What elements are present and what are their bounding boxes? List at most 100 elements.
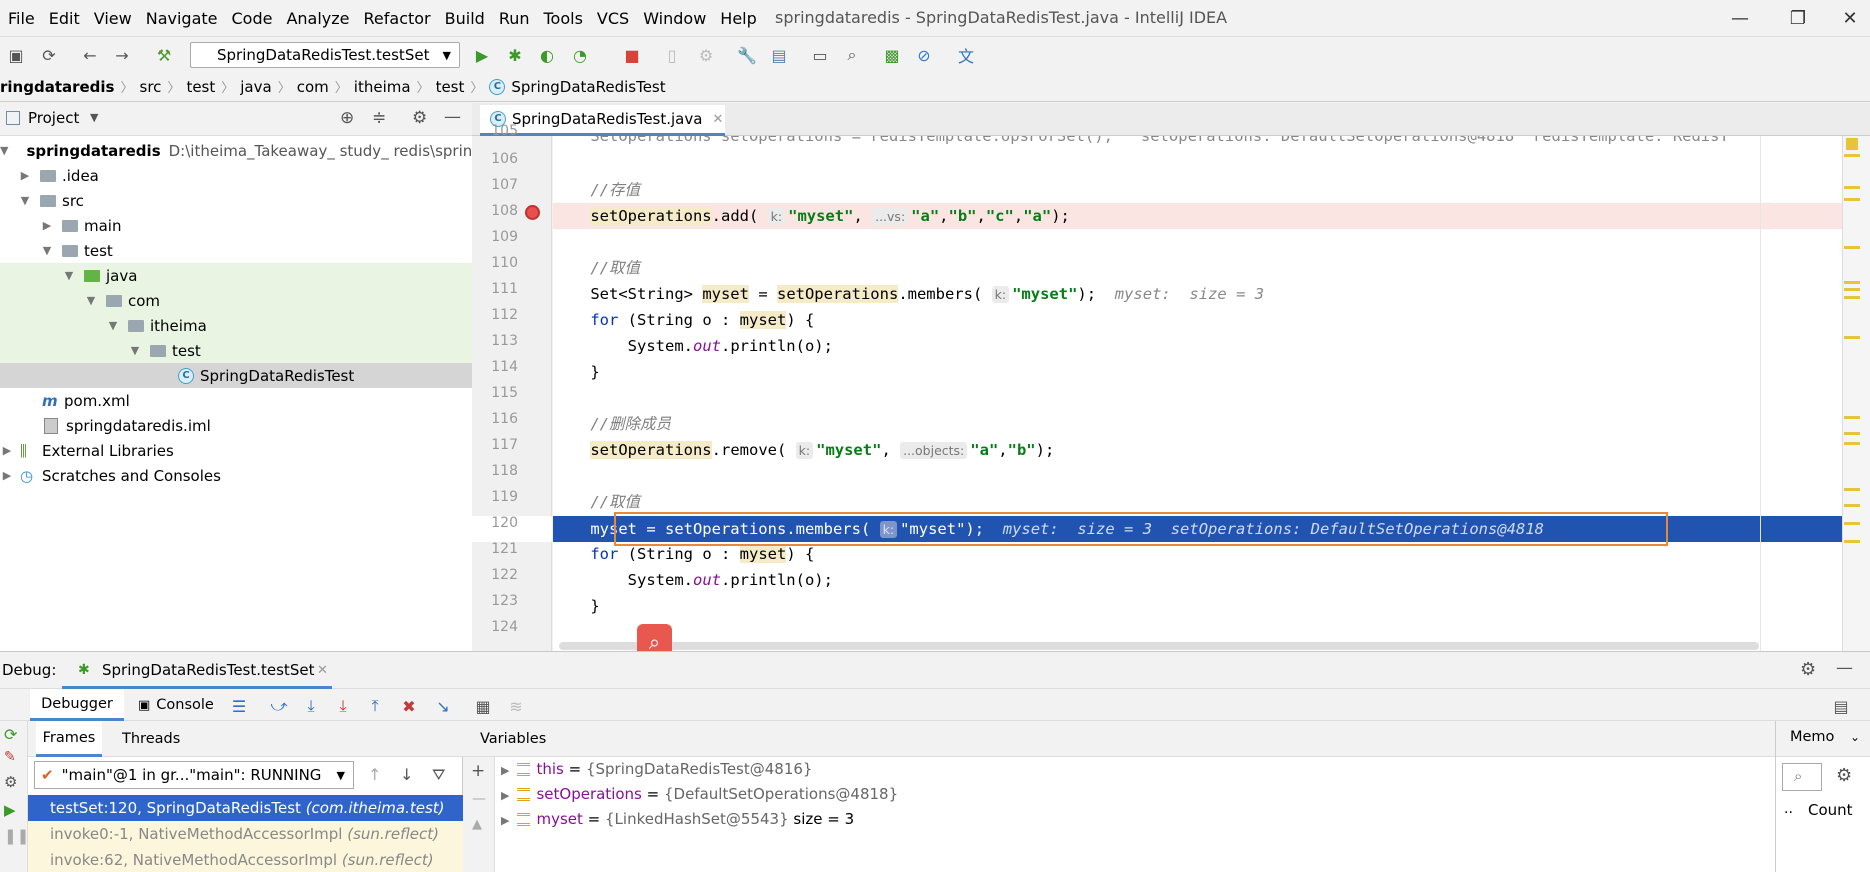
menu-file[interactable]: File: [0, 9, 42, 28]
minimize-icon[interactable]: —: [1720, 5, 1760, 31]
thread-select[interactable]: ✔ "main"@1 in gr..."main": RUNNING ▼: [34, 761, 354, 789]
layout-icon[interactable]: ☰: [228, 695, 250, 717]
stripe-marker[interactable]: [1844, 522, 1860, 525]
breakpoint-icon[interactable]: [525, 205, 540, 220]
modify-icon[interactable]: ✎: [4, 749, 16, 765]
stripe-marker[interactable]: [1844, 288, 1860, 291]
error-stripe[interactable]: [1842, 136, 1870, 651]
rerun-icon[interactable]: ⟳: [4, 725, 17, 744]
trace-icon[interactable]: ≋: [505, 695, 527, 717]
breadcrumb-java[interactable]: java: [234, 78, 277, 96]
chevron-down-icon[interactable]: ⌄: [1850, 730, 1860, 744]
close-session-icon[interactable]: ✕: [317, 663, 328, 678]
menu-help[interactable]: Help: [713, 9, 763, 28]
menu-tools[interactable]: Tools: [537, 9, 590, 28]
menu-view[interactable]: View: [87, 9, 139, 28]
warning-icon[interactable]: [1846, 138, 1858, 150]
collapsed-arrow-icon[interactable]: ▶: [18, 169, 32, 182]
profile-icon[interactable]: ◔: [568, 43, 592, 67]
tree-item-java[interactable]: ▼ java: [0, 263, 472, 288]
terminal-icon[interactable]: ▭: [808, 43, 832, 67]
tab-console[interactable]: ▣ Console: [138, 689, 214, 721]
chevron-down-icon[interactable]: ▼: [90, 111, 98, 124]
translate-icon[interactable]: 文: [954, 43, 978, 67]
breadcrumb-itheima[interactable]: itheima: [348, 78, 417, 96]
gear-icon[interactable]: ⚙: [1800, 659, 1816, 680]
menu-navigate[interactable]: Navigate: [139, 9, 225, 28]
menu-edit[interactable]: Edit: [42, 9, 87, 28]
menu-refactor[interactable]: Refactor: [357, 9, 438, 28]
breadcrumb-test[interactable]: test: [180, 78, 221, 96]
expanded-arrow-icon[interactable]: ▼: [128, 344, 142, 357]
gear-icon[interactable]: ⚙: [412, 108, 427, 128]
stripe-marker[interactable]: [1844, 246, 1860, 249]
menu-analyze[interactable]: Analyze: [279, 9, 356, 28]
menu-run[interactable]: Run: [492, 9, 537, 28]
project-title[interactable]: Project: [28, 109, 79, 127]
locate-icon[interactable]: ⊕: [340, 108, 354, 128]
step-over-icon[interactable]: ⤻: [268, 695, 290, 717]
stripe-marker[interactable]: [1844, 488, 1860, 491]
frame-row[interactable]: testSet:120, SpringDataRedisTest (com.it…: [28, 795, 463, 821]
pause-icon[interactable]: ❚❚: [4, 827, 29, 845]
tree-item-springdataredis[interactable]: ▼ springdataredis D:\itheima_Takeaway_ s…: [0, 138, 491, 163]
stripe-marker[interactable]: [1844, 296, 1860, 299]
collapsed-arrow-icon[interactable]: ▶: [0, 469, 14, 482]
close-tab-icon[interactable]: ✕: [712, 112, 723, 127]
remove-watch-icon[interactable]: —: [472, 791, 486, 807]
horizontal-scrollbar[interactable]: [559, 642, 1759, 650]
breadcrumb-src[interactable]: src: [134, 78, 168, 96]
settings-wrench-icon[interactable]: 🔧: [735, 43, 759, 67]
variable-row[interactable]: ▶ setOperations = {DefaultSetOperations@4…: [495, 782, 1775, 807]
count-column-header[interactable]: Count: [1808, 801, 1853, 819]
menu-build[interactable]: Build: [438, 9, 492, 28]
hide-icon[interactable]: —: [1836, 658, 1853, 678]
stripe-marker[interactable]: [1844, 432, 1860, 435]
evaluate-icon[interactable]: ▦: [472, 695, 494, 717]
stripe-marker[interactable]: [1844, 540, 1860, 543]
expanded-arrow-icon[interactable]: ▼: [18, 194, 32, 207]
resume-icon[interactable]: ▶: [4, 801, 16, 819]
debug-bug-icon[interactable]: ✱: [503, 43, 527, 67]
step-out-icon[interactable]: ⤒: [364, 695, 386, 717]
filter-icon[interactable]: ⛛: [432, 765, 445, 785]
breadcrumb-test-pkg[interactable]: test: [430, 78, 471, 96]
run-icon[interactable]: ▶: [470, 43, 494, 67]
tab-threads[interactable]: Threads: [122, 721, 180, 757]
run-config-select[interactable]: SpringDataRedisTest.testSet ▼: [190, 42, 460, 68]
expanded-arrow-icon[interactable]: ▼: [106, 319, 120, 332]
memory-tab[interactable]: Memo: [1790, 729, 1834, 745]
frame-row[interactable]: invoke:62, NativeMethodAccessorImpl (sun…: [28, 847, 463, 872]
stripe-marker[interactable]: [1844, 154, 1860, 157]
tree-item-itheima[interactable]: ▼ itheima: [0, 313, 472, 338]
tree-item-test-package[interactable]: ▼ test: [0, 338, 472, 363]
tree-item-iml[interactable]: springdataredis.iml: [0, 413, 472, 438]
attach-icon[interactable]: ▯: [660, 43, 684, 67]
breadcrumb-com[interactable]: com: [291, 78, 335, 96]
collapsed-arrow-icon[interactable]: ▶: [501, 789, 509, 802]
build-hammer-icon[interactable]: ⚒: [152, 43, 176, 67]
collapsed-arrow-icon[interactable]: ▶: [0, 444, 14, 457]
back-icon[interactable]: ←: [78, 43, 102, 67]
statistic-icon[interactable]: ▩: [880, 43, 904, 67]
search-icon[interactable]: ⌕: [840, 43, 864, 67]
restore-layout-icon[interactable]: ▤: [1830, 695, 1852, 717]
variable-row[interactable]: ▶ myset = {LinkedHashSet@5543} size = 3: [495, 807, 1775, 832]
gear-icon[interactable]: ⚙: [1836, 765, 1852, 786]
tab-debugger[interactable]: Debugger: [30, 689, 124, 721]
settings-icon[interactable]: ⚙: [4, 773, 17, 791]
down-arrow-icon[interactable]: ↓: [400, 765, 413, 784]
tree-item-external-libraries[interactable]: ▶ ⫼ External Libraries: [0, 438, 472, 463]
drop-frame-icon[interactable]: ✖: [398, 695, 420, 717]
memory-search-input[interactable]: ⌕: [1782, 763, 1822, 791]
close-icon[interactable]: ✕: [1830, 5, 1870, 31]
tab-frames[interactable]: Frames: [36, 721, 102, 757]
expanded-arrow-icon[interactable]: ▼: [40, 244, 54, 257]
tree-item-pom[interactable]: m pom.xml: [0, 388, 472, 413]
move-up-icon[interactable]: ▲: [472, 817, 482, 832]
forward-icon[interactable]: →: [110, 43, 134, 67]
collapsed-arrow-icon[interactable]: ▶: [40, 219, 54, 232]
tree-item-scratches[interactable]: ▶ ◷ Scratches and Consoles: [0, 463, 472, 488]
stripe-marker[interactable]: [1844, 186, 1860, 189]
menu-code[interactable]: Code: [225, 9, 280, 28]
